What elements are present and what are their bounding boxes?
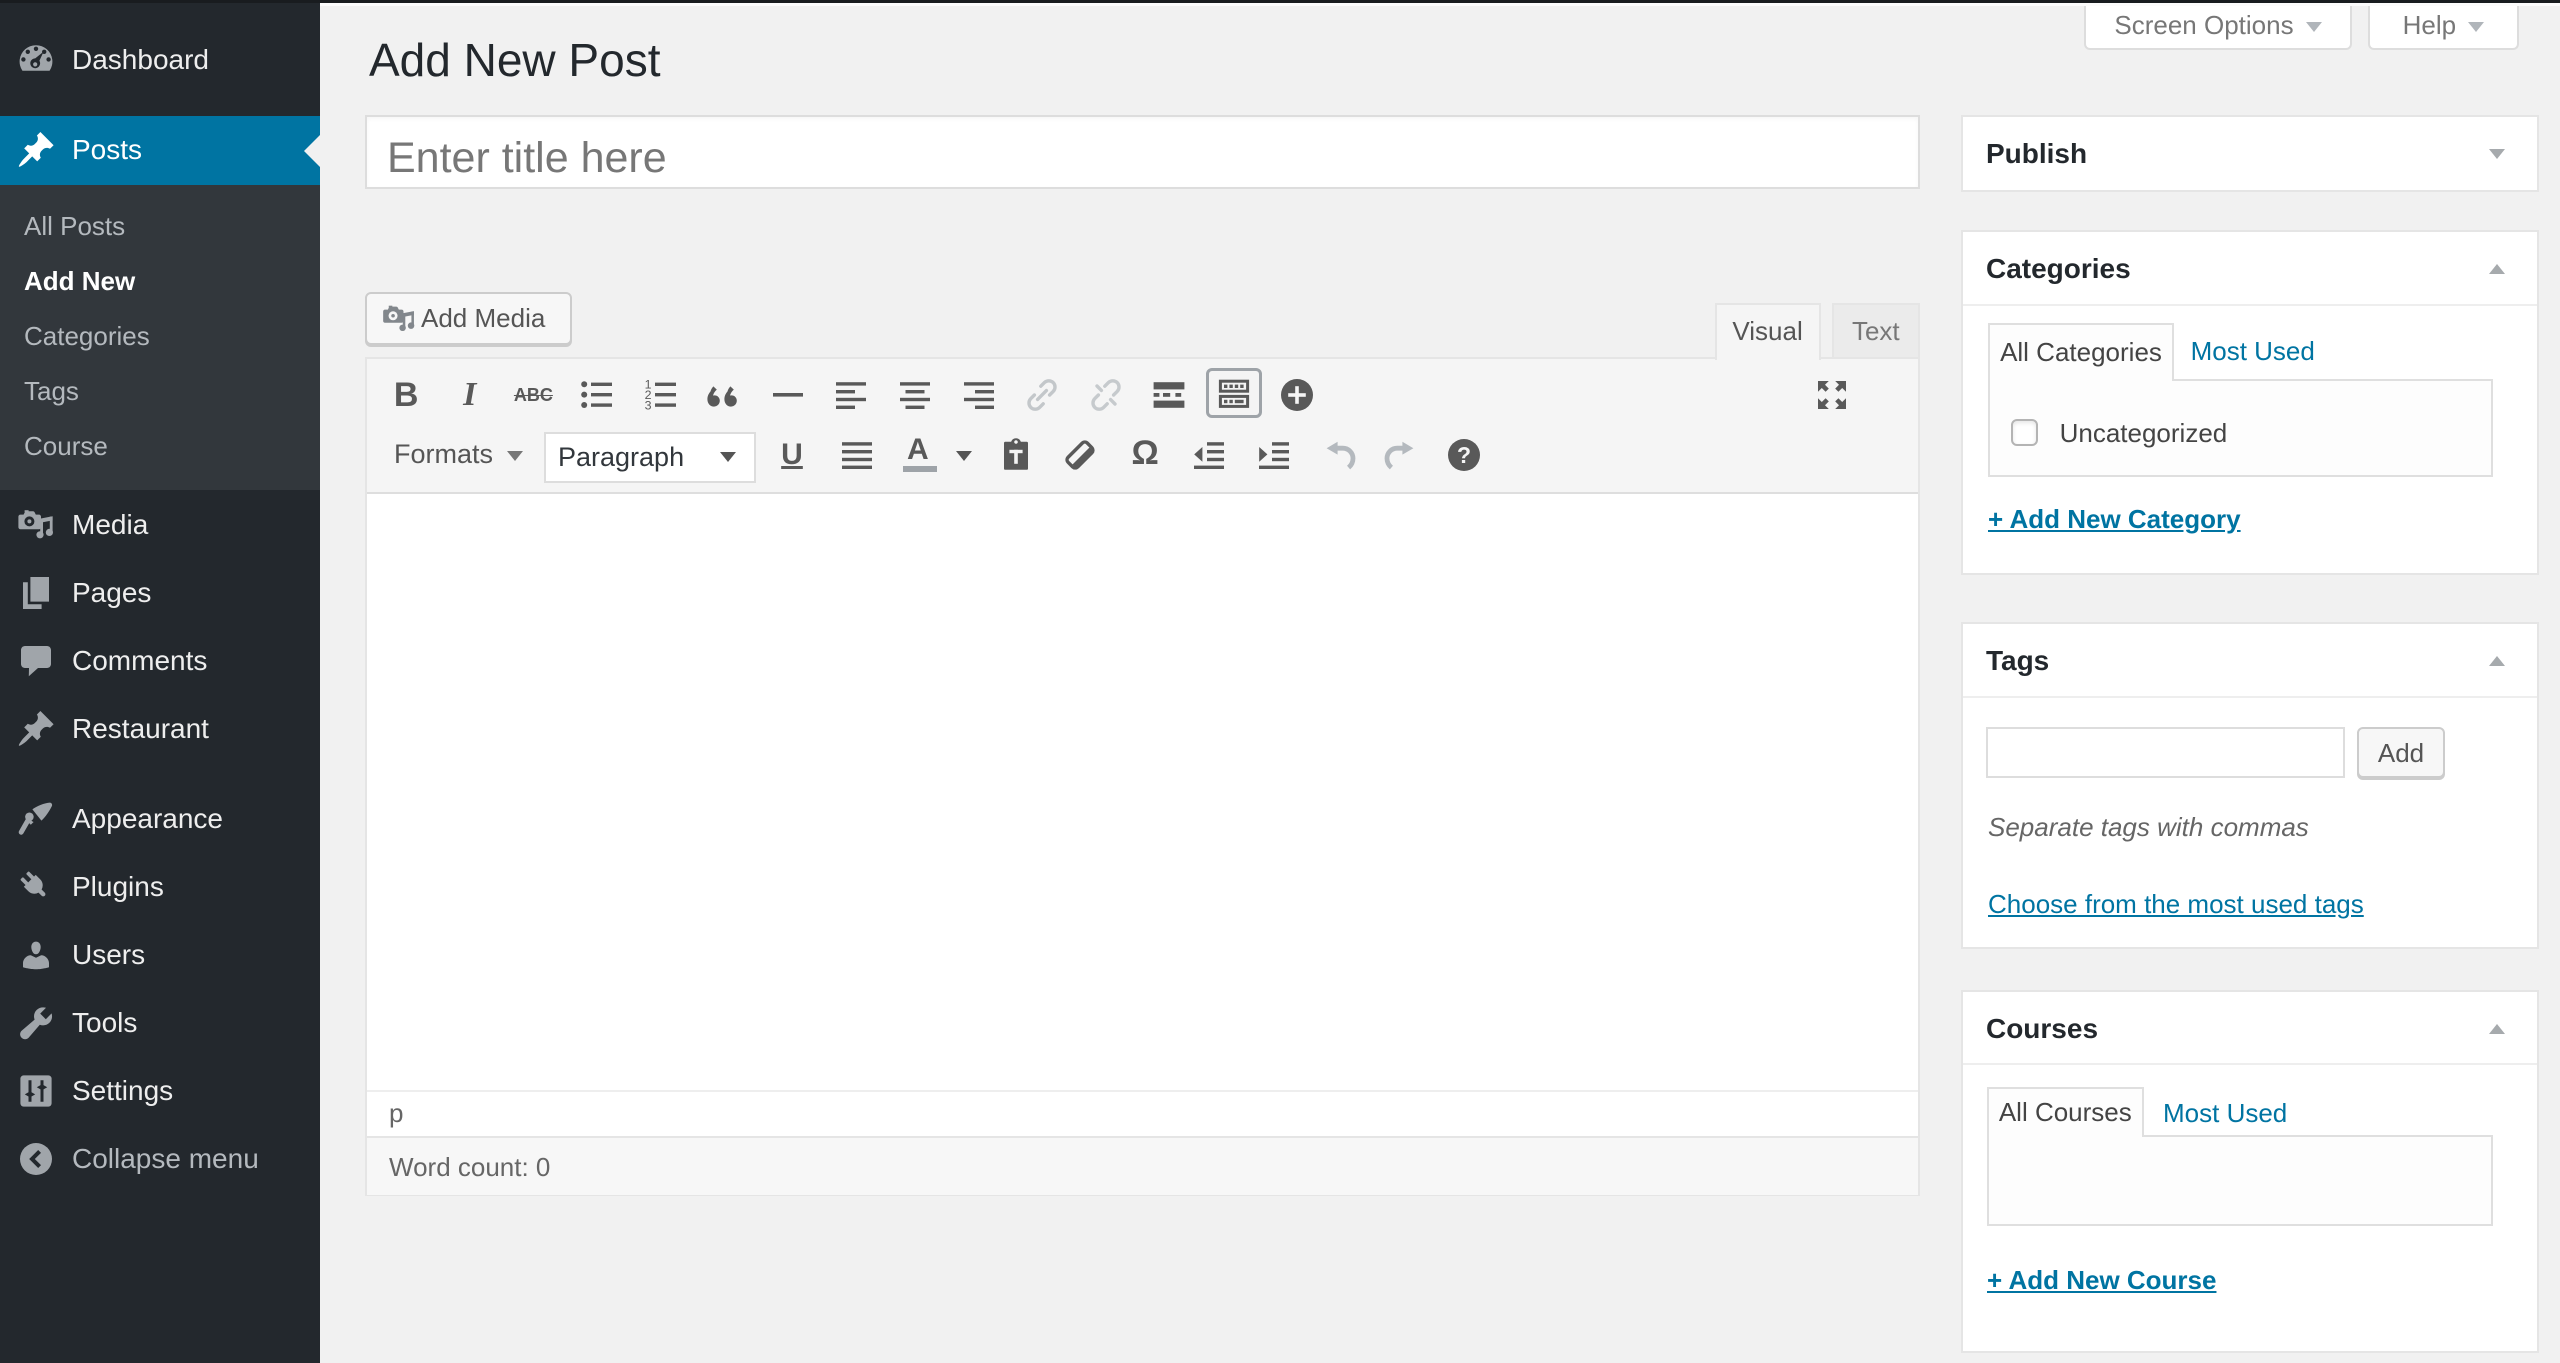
svg-text:3: 3 <box>644 398 651 412</box>
svg-text:?: ? <box>1457 442 1471 468</box>
